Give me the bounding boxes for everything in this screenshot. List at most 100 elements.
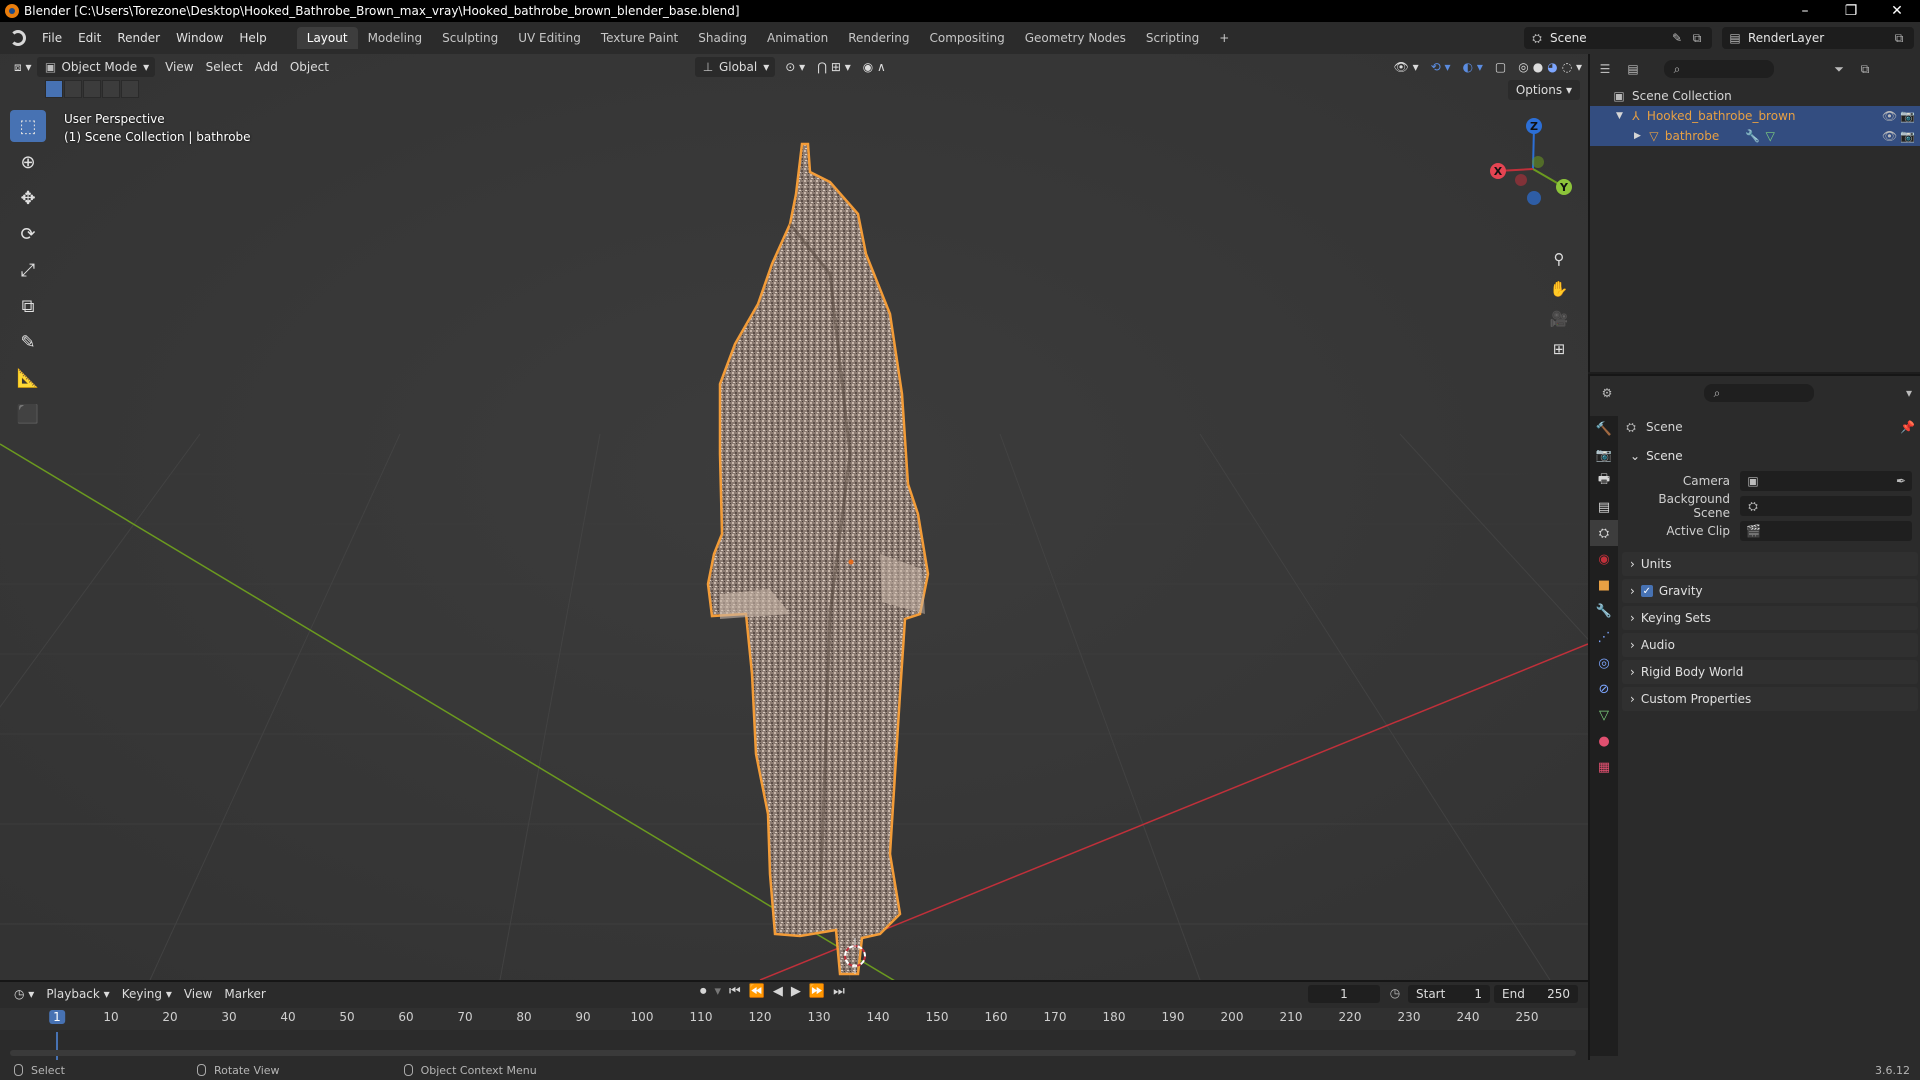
tab-animation[interactable]: Animation: [757, 27, 838, 49]
tab-uv-editing[interactable]: UV Editing: [508, 27, 591, 49]
mode-dropdown[interactable]: ▣ Object Mode ▾: [37, 57, 156, 77]
add-workspace-button[interactable]: +: [1209, 27, 1239, 49]
navigation-gizmo[interactable]: Z Y X ⚲ ✋ 🎥 ⊞: [1478, 114, 1588, 374]
ortho-toggle-button[interactable]: ⊞: [1546, 336, 1572, 362]
tab-modeling[interactable]: Modeling: [358, 27, 433, 49]
gizmo-toggle[interactable]: ⟲ ▾: [1425, 57, 1457, 77]
select-subtract-button[interactable]: [83, 80, 101, 98]
play-reverse-icon[interactable]: ◀: [773, 984, 783, 999]
audio-panel-header[interactable]: › Audio: [1622, 633, 1918, 657]
collapse-arrow-icon[interactable]: ▼: [1616, 111, 1623, 121]
next-keyframe-icon[interactable]: ⏩: [809, 984, 825, 999]
end-frame-field[interactable]: End 250: [1494, 985, 1578, 1003]
properties-editor-icon[interactable]: ⚙: [1600, 386, 1614, 400]
timeline-view-menu[interactable]: View: [178, 984, 218, 1004]
outliner-row-bathrobe[interactable]: ▶ ▽ bathrobe 🔧 ▽ 👁 📷: [1590, 126, 1920, 146]
zoom-button[interactable]: ⚲: [1546, 246, 1572, 272]
frame-ruler[interactable]: 1 10 20 30 40 50 60 70 80 90 100 110 120…: [0, 1008, 1588, 1062]
scene-panel-header[interactable]: ⌄ Scene: [1622, 444, 1918, 468]
neg-z-axis-ball[interactable]: [1527, 191, 1541, 205]
axis-gizmo[interactable]: Z Y X: [1478, 114, 1588, 224]
gravity-panel-header[interactable]: › ✓ Gravity: [1622, 579, 1918, 603]
tab-shading[interactable]: Shading: [688, 27, 757, 49]
tab-layout[interactable]: Layout: [296, 27, 358, 49]
prev-keyframe-icon[interactable]: ⏪: [749, 984, 765, 999]
menu-edit[interactable]: Edit: [70, 31, 109, 45]
tab-scripting[interactable]: Scripting: [1136, 27, 1209, 49]
overlay-toggle[interactable]: ◐ ▾: [1457, 57, 1489, 77]
menu-window[interactable]: Window: [168, 31, 231, 45]
maximize-button[interactable]: ❐: [1828, 0, 1874, 22]
scene-selector[interactable]: ⛭ Scene ✎ ⧉: [1524, 27, 1712, 49]
pin-icon[interactable]: 📌: [1900, 420, 1915, 434]
annotate-tool[interactable]: ✎: [10, 326, 46, 358]
modifier-wrench-icon[interactable]: 🔧: [1745, 129, 1760, 143]
record-icon[interactable]: ⏺: [700, 984, 707, 999]
add-cube-tool[interactable]: ⬛: [10, 398, 46, 430]
current-frame-field[interactable]: 1: [1308, 985, 1380, 1003]
material-shading-icon[interactable]: ◕: [1547, 60, 1557, 74]
minimize-button[interactable]: –: [1782, 0, 1828, 22]
neg-y-axis-ball[interactable]: [1532, 156, 1544, 168]
pivot-point-button[interactable]: ⊙ ▾: [779, 57, 811, 77]
pan-button[interactable]: ✋: [1546, 276, 1572, 302]
3d-viewport[interactable]: ⧈ ▾ ▣ Object Mode ▾ View Select Add Obje…: [0, 54, 1588, 980]
eye-icon[interactable]: 👁: [1882, 109, 1897, 123]
tab-view-layer[interactable]: ▤: [1590, 494, 1618, 520]
menu-file[interactable]: File: [34, 31, 70, 45]
scale-tool[interactable]: ⤢: [10, 254, 46, 286]
properties-search-input[interactable]: ⌕: [1704, 384, 1814, 402]
snap-toggle[interactable]: ⋂ ⊞ ▾: [811, 57, 857, 77]
shading-modes[interactable]: ◎ ● ◕ ◌ ▾: [1512, 57, 1588, 77]
solid-shading-icon[interactable]: ●: [1533, 60, 1543, 74]
select-intersect-button[interactable]: [121, 80, 139, 98]
menu-select[interactable]: Select: [200, 57, 249, 77]
tab-object[interactable]: ■: [1590, 572, 1618, 598]
wireframe-shading-icon[interactable]: ◎: [1518, 60, 1528, 74]
menu-view[interactable]: View: [159, 57, 199, 77]
new-scene-icon[interactable]: ⧉: [1690, 31, 1704, 45]
camera-view-button[interactable]: 🎥: [1546, 306, 1572, 332]
start-frame-field[interactable]: Start 1: [1408, 985, 1490, 1003]
keying-menu[interactable]: Keying ▾: [116, 984, 178, 1004]
menu-object[interactable]: Object: [284, 57, 335, 77]
select-invert-button[interactable]: [102, 80, 120, 98]
transform-tool[interactable]: ⧉: [10, 290, 46, 322]
tab-render[interactable]: 📷: [1590, 442, 1618, 468]
transform-orientation-dropdown[interactable]: ⊥ Global ▾: [694, 57, 776, 77]
active-clip-field[interactable]: 🎬: [1740, 521, 1912, 541]
tab-sculpting[interactable]: Sculpting: [432, 27, 508, 49]
preview-range-icon[interactable]: ◷: [1388, 986, 1402, 1000]
tab-constraints[interactable]: ⊘: [1590, 676, 1618, 702]
jump-end-icon[interactable]: ⏭: [833, 984, 845, 999]
neg-x-axis-ball[interactable]: [1515, 174, 1527, 186]
tab-rendering[interactable]: Rendering: [838, 27, 919, 49]
play-icon[interactable]: ▶: [791, 984, 801, 999]
jump-start-icon[interactable]: ⏮: [729, 984, 741, 999]
tab-particles[interactable]: ⋰: [1590, 624, 1618, 650]
gravity-checkbox[interactable]: ✓: [1640, 585, 1653, 597]
camera-field[interactable]: ▣ ✒: [1740, 471, 1912, 491]
pin-icon[interactable]: ✎: [1670, 31, 1684, 45]
select-box-tool[interactable]: ⬚: [10, 110, 46, 142]
camera-render-icon[interactable]: 📷: [1900, 109, 1915, 123]
new-view-layer-icon[interactable]: ⧉: [1892, 31, 1906, 45]
filter-icon[interactable]: ⏷: [1832, 62, 1846, 76]
tab-modifiers[interactable]: 🔧: [1590, 598, 1618, 624]
tab-geometry-nodes[interactable]: Geometry Nodes: [1015, 27, 1136, 49]
keying-sets-panel-header[interactable]: › Keying Sets: [1622, 606, 1918, 630]
move-tool[interactable]: ✥: [10, 182, 46, 214]
tab-texture-paint[interactable]: Texture Paint: [591, 27, 688, 49]
outliner-row-hooked-bathrobe[interactable]: ▼ ⅄ Hooked_bathrobe_brown 👁 📷: [1590, 106, 1920, 126]
xray-toggle[interactable]: ▢: [1489, 57, 1512, 77]
tab-scene[interactable]: ⛭: [1590, 520, 1618, 546]
tab-material[interactable]: ●: [1590, 728, 1618, 754]
custom-properties-panel-header[interactable]: › Custom Properties: [1622, 687, 1918, 711]
select-extend-button[interactable]: [64, 80, 82, 98]
tab-physics[interactable]: ◎: [1590, 650, 1618, 676]
timeline-scrollbar[interactable]: [10, 1050, 1576, 1056]
measure-tool[interactable]: 📐: [10, 362, 46, 394]
editor-type-button[interactable]: ⧈ ▾: [8, 57, 37, 77]
current-frame-marker[interactable]: 1: [49, 1010, 65, 1024]
close-button[interactable]: ✕: [1874, 0, 1920, 22]
